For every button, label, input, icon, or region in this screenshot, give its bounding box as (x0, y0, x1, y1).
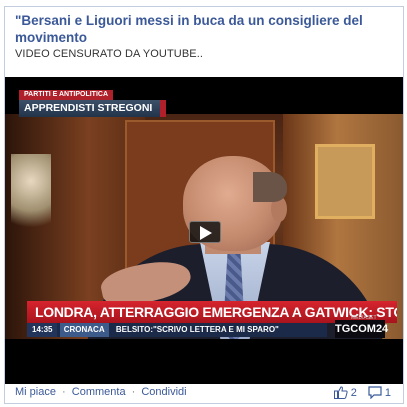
like-count[interactable]: 2 (333, 386, 357, 399)
ticker-text: BELSITO:"SCRIVO LETTERA E MI SPARO" (115, 325, 279, 334)
facebook-post: "Bersani e Liguori messi in buca da un c… (4, 6, 404, 404)
post-subtitle: VIDEO CENSURATO DA YOUTUBE.. (15, 48, 204, 60)
share-link[interactable]: Condividi (141, 386, 186, 398)
separator: · (131, 386, 136, 398)
play-icon (200, 226, 212, 240)
thumbs-up-icon (333, 386, 348, 399)
person-hair (253, 172, 287, 202)
post-counts: 2 1 (326, 386, 391, 400)
separator: · (62, 386, 66, 398)
news-ticker-bar: 14:35 CRONACA BELSITO:"SCRIVO LETTERA E … (27, 323, 327, 337)
speech-bubble-icon (368, 386, 382, 400)
video-player[interactable]: PARTITI E ANTIPOLITICA APPRENDISTI STREG… (5, 77, 403, 384)
channel-logo: TGCOM24 (335, 320, 388, 338)
comment-link[interactable]: Commenta (72, 386, 126, 398)
comment-count-value: 1 (384, 387, 391, 399)
ticker-time: 14:35 (27, 323, 58, 337)
scene-painting (315, 144, 375, 219)
post-actions: Mi piace · Commenta · Condividi (15, 386, 187, 398)
like-count-value: 2 (350, 387, 357, 399)
overlay-category-label: PARTITI E ANTIPOLITICA (19, 90, 113, 100)
ticker-category: CRONACA (59, 323, 109, 337)
post-title[interactable]: "Bersani e Liguori messi in buca da un c… (15, 12, 395, 46)
play-button[interactable] (189, 221, 221, 243)
comment-count[interactable]: 1 (368, 386, 391, 400)
scene-flower (11, 154, 51, 244)
like-link[interactable]: Mi piace (15, 386, 56, 398)
overlay-segment-label: APPRENDISTI STREGONI (19, 100, 167, 117)
